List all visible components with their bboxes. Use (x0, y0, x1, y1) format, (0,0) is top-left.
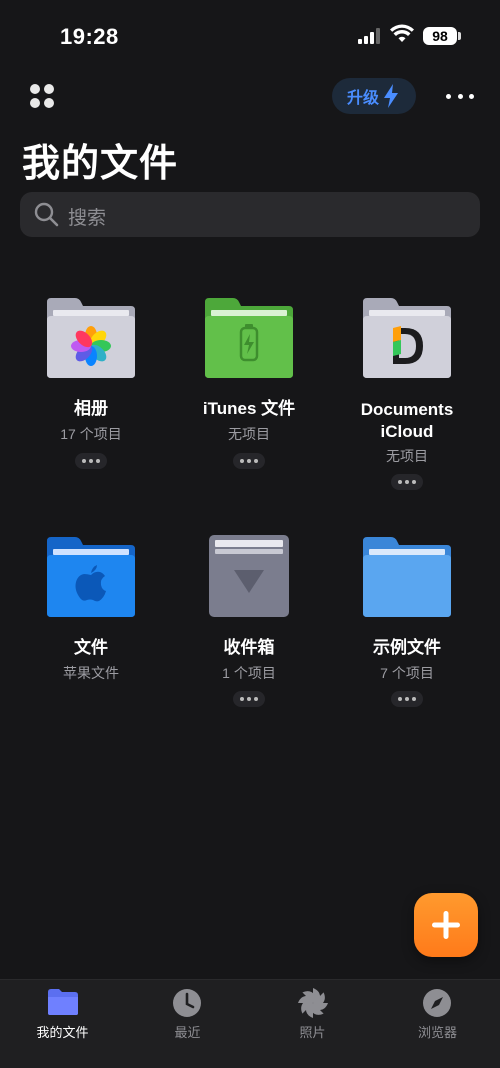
photos-folder-icon (47, 298, 135, 378)
folder-more-button[interactable] (233, 453, 265, 469)
lightning-bolt-icon (384, 84, 399, 108)
clock-icon (173, 989, 201, 1017)
battery-indicator: 98 (423, 27, 457, 45)
search-icon (34, 202, 59, 227)
folder-item-count: 7 个项目 (380, 665, 434, 681)
upgrade-button[interactable]: 升级 (332, 78, 416, 114)
folder-name: 相册 (74, 399, 108, 418)
folder-item-count: 17 个项目 (60, 426, 122, 442)
page-title: 我的文件 (22, 143, 179, 185)
folder-more-button[interactable] (75, 453, 107, 469)
folder-item-sample-files[interactable]: 示例文件 7 个项目 (327, 535, 487, 715)
tab-bar: 我的文件 最近 照片 浏览器 (0, 979, 500, 1068)
folder-name: Documents iCloud (360, 400, 454, 441)
status-time: 19:28 (60, 24, 119, 49)
folder-subtitle: 苹果文件 (63, 665, 119, 681)
search-placeholder: 搜索 (68, 208, 107, 229)
tab-recent[interactable]: 最近 (125, 980, 250, 1068)
wifi-icon (390, 24, 414, 42)
folder-item-photos[interactable]: 相册 17 个项目 (11, 296, 171, 476)
cellular-signal-icon (358, 28, 380, 44)
folder-name: 示例文件 (373, 638, 441, 657)
search-input[interactable]: 搜索 (20, 192, 480, 237)
compass-icon (423, 989, 451, 1017)
sample-folder-icon (363, 537, 451, 617)
tab-label: 最近 (174, 1025, 201, 1040)
folder-item-itunes[interactable]: iTunes 文件 无项目 (169, 296, 329, 476)
tab-label: 照片 (299, 1025, 326, 1040)
folder-item-apple-files[interactable]: 文件 苹果文件 (11, 535, 171, 695)
folder-name: iTunes 文件 (202, 399, 296, 418)
apple-files-folder-icon (47, 537, 135, 617)
add-button[interactable] (414, 893, 478, 957)
documents-icloud-folder-icon (363, 298, 451, 378)
app-menu-button[interactable] (28, 82, 56, 110)
tab-label: 我的文件 (36, 1025, 89, 1040)
tab-browser[interactable]: 浏览器 (375, 980, 500, 1068)
upgrade-label: 升级 (347, 90, 380, 107)
pinwheel-icon (298, 988, 328, 1018)
plus-icon (432, 911, 460, 939)
more-options-button[interactable] (446, 88, 474, 104)
folder-item-count: 无项目 (228, 426, 270, 442)
tab-my-files[interactable]: 我的文件 (0, 980, 125, 1068)
folder-icon (48, 989, 78, 1015)
battery-nub (458, 32, 461, 40)
tab-label: 浏览器 (417, 1025, 457, 1040)
folder-more-button[interactable] (391, 474, 423, 490)
folder-more-button[interactable] (391, 691, 423, 707)
folder-item-count: 无项目 (386, 448, 428, 464)
itunes-folder-icon (205, 298, 293, 378)
folder-item-count: 1 个项目 (222, 665, 276, 681)
tab-photos[interactable]: 照片 (250, 980, 375, 1068)
folder-item-inbox[interactable]: 收件箱 1 个项目 (169, 535, 329, 715)
folder-name: 文件 (74, 638, 108, 657)
folder-more-button[interactable] (233, 691, 265, 707)
folder-item-documents-icloud[interactable]: Documents iCloud 无项目 (327, 296, 487, 496)
inbox-folder-icon (209, 535, 289, 617)
folder-name: 收件箱 (223, 638, 275, 657)
status-bar: 19:28 98 (0, 0, 500, 72)
